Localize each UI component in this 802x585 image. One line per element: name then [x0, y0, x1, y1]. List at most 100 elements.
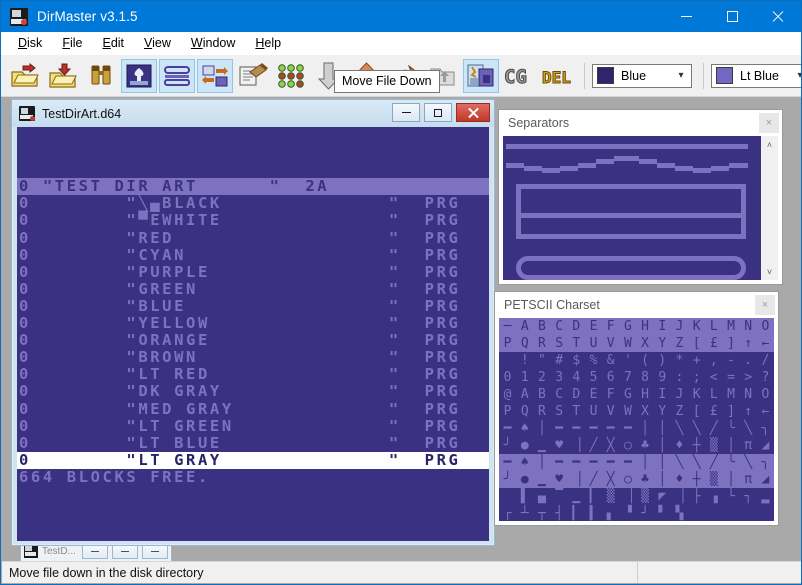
- charset-cell-4-14[interactable]: N: [740, 386, 757, 403]
- charset-cell-2-2[interactable]: ": [533, 352, 550, 369]
- edit-bam-icon[interactable]: [235, 59, 271, 93]
- charset-cell-5-10[interactable]: Z: [671, 403, 688, 420]
- separator-rule-wavy-a[interactable]: [506, 163, 524, 168]
- delete-del-icon[interactable]: DEL: [539, 59, 575, 93]
- charset-cell-1-1[interactable]: Q: [516, 335, 534, 352]
- charset-cell-7-10[interactable]: ♦: [671, 437, 688, 454]
- charset-cell-0-13[interactable]: M: [722, 318, 740, 335]
- charset-cell-1-8[interactable]: X: [636, 335, 654, 352]
- charset-cell-0-11[interactable]: K: [688, 318, 706, 335]
- save-disk-icon[interactable]: [45, 59, 81, 93]
- charset-cell-9-0[interactable]: ╯: [499, 471, 517, 488]
- directory-entry-row-2[interactable]: 0 "RED " PRG: [17, 229, 489, 247]
- charset-cell-6-12[interactable]: ╱: [705, 420, 722, 437]
- separator-rule-straight[interactable]: [506, 144, 748, 149]
- charset-cell-0-14[interactable]: N: [739, 318, 757, 335]
- charset-cell-6-11[interactable]: ╲: [688, 420, 705, 437]
- charset-cell-9-9[interactable]: │: [653, 471, 671, 488]
- charset-cell-9-10[interactable]: ♦: [670, 471, 689, 488]
- charset-cell-1-0[interactable]: P: [499, 335, 517, 352]
- directory-entry-row-7[interactable]: 0 "YELLOW " PRG: [17, 314, 489, 332]
- directory-entry-row-12[interactable]: 0 "MED GRAY " PRG: [17, 400, 489, 418]
- charset-cell-10-6[interactable]: ▒: [602, 488, 619, 505]
- charset-cell-1-3[interactable]: S: [550, 335, 568, 352]
- charset-cell-2-14[interactable]: .: [740, 352, 757, 369]
- charset-cell-11-1[interactable]: ┴: [516, 505, 533, 521]
- charset-cell-11-3[interactable]: ┤: [551, 505, 568, 521]
- charset-cell-10-14[interactable]: ┐: [740, 488, 757, 505]
- charset-cell-11-7[interactable]: ▝: [619, 505, 636, 521]
- charset-cell-3-15[interactable]: ?: [757, 369, 774, 386]
- charset-cell-4-0[interactable]: @: [499, 386, 516, 403]
- charset-cell-8-3[interactable]: ━: [550, 454, 568, 471]
- charset-cell-4-8[interactable]: H: [637, 386, 654, 403]
- charset-cell-10-10[interactable]: ▕: [671, 488, 688, 505]
- charset-cell-10-3[interactable]: ▔: [551, 488, 568, 505]
- close-icon[interactable]: ×: [759, 113, 779, 133]
- charset-cell-11-4[interactable]: ▎: [568, 505, 585, 521]
- charset-cell-9-11[interactable]: ┼: [688, 471, 706, 488]
- charset-cell-5-3[interactable]: S: [551, 403, 568, 420]
- charset-cell-5-7[interactable]: W: [619, 403, 636, 420]
- menu-item-window[interactable]: Window: [181, 33, 245, 53]
- directory-entry-row-0[interactable]: 0 "╲▄BLACK " PRG: [17, 195, 489, 212]
- directory-entry-row-9[interactable]: 0 "BROWN " PRG: [17, 349, 489, 366]
- charset-cell-1-15[interactable]: ←: [756, 335, 774, 352]
- charset-cell-6-7[interactable]: ━: [619, 420, 636, 437]
- chevron-down-icon[interactable]: ▾: [673, 70, 689, 81]
- charset-cell-0-9[interactable]: I: [653, 318, 671, 335]
- charset-cell-1-12[interactable]: £: [705, 335, 723, 352]
- charset-cell-3-9[interactable]: 9: [654, 369, 671, 386]
- charset-cell-11-12[interactable]: [705, 505, 722, 521]
- separator-box-top[interactable]: [516, 184, 746, 189]
- charset-cell-10-4[interactable]: ▁: [568, 488, 585, 505]
- charset-cell-5-6[interactable]: V: [602, 403, 619, 420]
- charset-cell-7-6[interactable]: ╳: [602, 437, 619, 454]
- charset-cell-10-9[interactable]: ◤: [654, 488, 671, 505]
- dir-art-icon[interactable]: [463, 58, 499, 93]
- directory-entry-row-5[interactable]: 0 "GREEN " PRG: [17, 280, 489, 298]
- charset-cell-3-13[interactable]: =: [722, 369, 739, 386]
- charset-cell-5-1[interactable]: Q: [516, 403, 533, 420]
- charset-cell-6-0[interactable]: ━: [499, 420, 516, 437]
- charset-cg-icon[interactable]: CG: [501, 59, 537, 93]
- charset-cell-2-11[interactable]: +: [688, 352, 705, 369]
- charset-cell-1-4[interactable]: T: [567, 335, 585, 352]
- charset-cell-9-12[interactable]: ▒: [705, 471, 723, 488]
- charset-cell-8-11[interactable]: ╲: [688, 454, 706, 471]
- charset-cell-1-14[interactable]: ↑: [739, 335, 757, 352]
- charset-cell-0-2[interactable]: B: [533, 318, 551, 335]
- charset-cell-11-6[interactable]: ▖: [602, 505, 619, 521]
- charset-cell-9-7[interactable]: ○: [619, 471, 637, 488]
- charset-cell-2-4[interactable]: $: [568, 352, 585, 369]
- charset-cell-0-4[interactable]: D: [567, 318, 585, 335]
- charset-cell-5-12[interactable]: £: [705, 403, 722, 420]
- charset-cell-3-12[interactable]: <: [705, 369, 722, 386]
- charset-cell-6-8[interactable]: │: [637, 420, 654, 437]
- charset-cell-6-2[interactable]: │: [533, 420, 550, 437]
- charset-cell-3-11[interactable]: ;: [688, 369, 705, 386]
- charset-cell-8-1[interactable]: ♠: [516, 454, 534, 471]
- charset-cell-2-12[interactable]: ,: [705, 352, 722, 369]
- charset-cell-11-9[interactable]: ▘: [654, 505, 671, 521]
- directory-listing[interactable]: 0 "TEST DIR ART " 2A 0 "╲▄BLACK " PRG 0 "▀…: [17, 127, 489, 541]
- charset-cell-11-14[interactable]: [740, 505, 757, 521]
- charset-cell-6-10[interactable]: ╲: [671, 420, 688, 437]
- charset-cell-8-15[interactable]: ╮: [756, 454, 774, 471]
- charset-cell-8-6[interactable]: ━: [602, 454, 620, 471]
- close-button[interactable]: [755, 1, 801, 32]
- view-image-icon[interactable]: [121, 58, 157, 93]
- charset-cell-1-13[interactable]: ]: [722, 335, 740, 352]
- charset-cell-3-8[interactable]: 8: [637, 369, 654, 386]
- charset-cell-1-2[interactable]: R: [533, 335, 551, 352]
- charset-cell-6-6[interactable]: ━: [602, 420, 619, 437]
- charset-cell-8-0[interactable]: ━: [499, 454, 517, 471]
- directory-header-row[interactable]: 0 "TEST DIR ART " 2A: [17, 178, 489, 196]
- charset-cell-3-5[interactable]: 5: [585, 369, 602, 386]
- charset-cell-6-14[interactable]: ╲: [740, 420, 757, 437]
- charset-cell-6-15[interactable]: ╮: [757, 420, 774, 437]
- charset-cell-11-13[interactable]: [722, 505, 739, 521]
- charset-cell-2-15[interactable]: /: [757, 352, 774, 369]
- charset-cell-11-2[interactable]: ┬: [533, 505, 550, 521]
- charset-grid[interactable]: ─ A B C D E F G H I J K L M N O P Q R S T U V W X Y Z[£] ↑ ← ! " # $% & '…: [499, 318, 774, 521]
